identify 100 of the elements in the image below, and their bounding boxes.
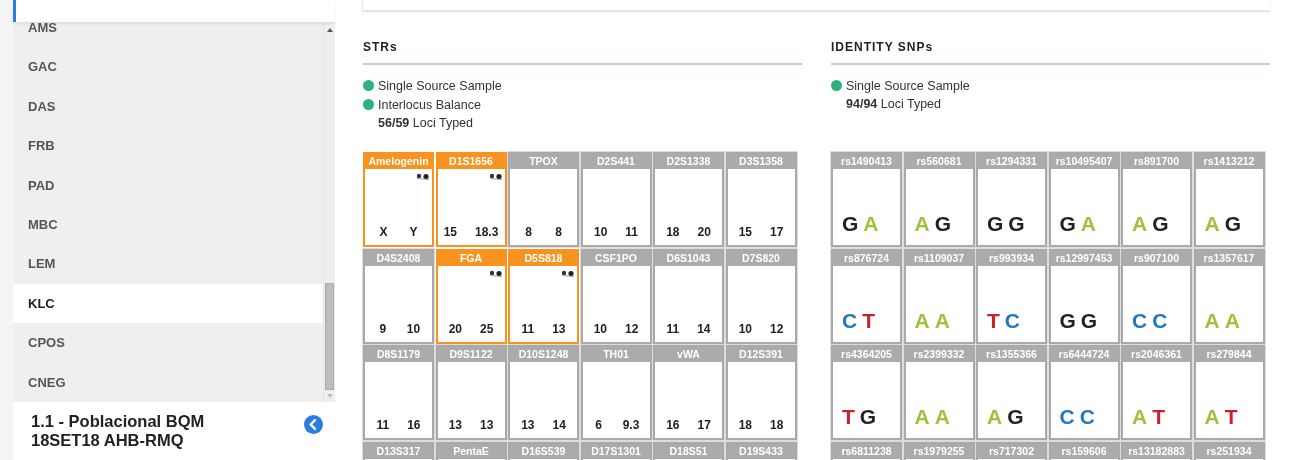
sidebar-item[interactable]: FRB (13, 126, 324, 166)
allele-value: 18 (666, 225, 680, 239)
allele-value: 15 (443, 225, 457, 239)
sidebar-item[interactable]: LEM (13, 244, 324, 284)
allele-value: 13 (552, 321, 566, 336)
locus-name: rs891700 (1123, 154, 1190, 169)
locus-card[interactable]: TPOX 8 8 (508, 152, 579, 247)
allele-value: 16 (407, 418, 421, 432)
allele-base: G (1008, 212, 1025, 236)
allele-base: C (842, 308, 858, 333)
locus-card[interactable]: D4S2408 9 10 (363, 248, 434, 344)
locus-card[interactable]: TH01 6 9.3 (580, 345, 652, 440)
locus-card[interactable]: rs10495407 G A (1048, 152, 1120, 247)
allele-base: T (862, 308, 875, 333)
allele-value: 11 (625, 225, 638, 239)
sidebar-item[interactable]: AMS (13, 22, 324, 48)
locus-name: rs1490413 (833, 154, 900, 169)
locus-card[interactable]: FGA 20 25 (435, 248, 507, 344)
locus-name: D2S441 (582, 154, 650, 169)
locus-card[interactable]: rs12997453 G G (1048, 248, 1120, 344)
locus-name: D8S1179 (365, 347, 432, 362)
locus-card[interactable]: D3S1358 15 17 (725, 152, 797, 247)
locus-name: rs1294331 (978, 154, 1045, 169)
check-label: Single Source Sample (378, 78, 502, 93)
locus-name: D1S1656 (437, 154, 505, 169)
allele-base: G (1152, 212, 1169, 236)
locus-card[interactable]: rs891700 A G (1121, 152, 1192, 247)
locus-name: D4S2408 (365, 250, 432, 266)
locus-name: rs1357617 (1195, 250, 1263, 266)
locus-card[interactable]: D12S391 18 18 (725, 345, 797, 440)
allele-value: 18 (770, 418, 784, 432)
locus-card[interactable]: D1S1656 15 18.3 (435, 152, 507, 247)
locus-card[interactable]: D10S1248 13 14 (508, 345, 579, 440)
locus-card[interactable]: rs560681 A G (903, 152, 975, 247)
allele-base: T (1152, 405, 1165, 429)
locus-name: rs907100 (1123, 250, 1190, 266)
allele-base: G (1059, 212, 1076, 236)
locus-card[interactable]: rs907100 C C (1121, 248, 1192, 344)
allele-value: Y (408, 225, 419, 239)
locus-card[interactable]: D9S1122 13 13 (435, 345, 507, 440)
locus-card[interactable]: rs279844 A T (1193, 345, 1265, 440)
sidebar-item[interactable]: GAC (13, 47, 324, 87)
locus-card[interactable]: rs1294331 G G (976, 152, 1047, 247)
sidebar-item[interactable]: CPOS (13, 323, 324, 363)
locus-name: rs876724 (833, 250, 900, 266)
locus-name: D12S391 (727, 347, 795, 362)
locus-name: rs4364205 (833, 347, 900, 362)
allele-value: 20 (697, 225, 711, 239)
allele-value: 15 (738, 225, 752, 239)
locus-card[interactable]: D7S820 10 12 (725, 248, 797, 344)
allele-value: 8 (524, 225, 533, 239)
locus-card[interactable]: rs4364205 T G (831, 345, 902, 440)
scroll-down-icon[interactable] (326, 394, 333, 398)
check-label: Interlocus Balance (378, 97, 481, 112)
sidebar-item[interactable]: DAS (13, 86, 324, 127)
allele-value: 14 (697, 321, 711, 336)
locus-card[interactable]: rs993934 T C (976, 248, 1047, 344)
allele-value: 13 (521, 418, 535, 432)
locus-card[interactable]: D2S441 10 11 (580, 152, 652, 247)
allele-base: C (1079, 405, 1095, 429)
back-icon[interactable] (304, 415, 323, 434)
locus-card[interactable]: rs1355366 A G (976, 345, 1047, 440)
locus-name: D10S1248 (510, 347, 577, 362)
allele-base: A (1224, 308, 1240, 333)
locus-card[interactable]: rs1490413 G A (831, 152, 902, 247)
locus-card[interactable]: CSF1PO 10 12 (580, 248, 652, 344)
locus-card[interactable]: D5S818 11 13 (508, 248, 579, 344)
locus-card[interactable]: D6S1043 11 14 (653, 248, 724, 344)
sidebar-item[interactable]: PAD (13, 165, 324, 205)
locus-card[interactable]: vWA 16 17 (653, 345, 724, 440)
scroll-up-icon[interactable] (326, 28, 333, 32)
locus-card[interactable]: rs1413212 A G (1193, 152, 1265, 247)
allele-base: A (1204, 212, 1220, 236)
allele-base: G (987, 212, 1004, 236)
allele-base: A (987, 405, 1003, 429)
allele-value: 25 (480, 321, 494, 336)
allele-base: A (1132, 405, 1148, 429)
locus-name: rs279844 (1195, 347, 1263, 362)
allele-base: C (1004, 308, 1020, 333)
locus-card[interactable]: rs876724 C T (831, 248, 902, 344)
allele-value: 9.3 (622, 418, 640, 432)
locus-name: rs2046361 (1123, 347, 1190, 362)
locus-card[interactable]: D8S1179 11 16 (363, 345, 434, 440)
scrollbar-thumb[interactable] (325, 283, 334, 390)
allele-base: A (1204, 405, 1220, 429)
allele-base: T (1224, 405, 1238, 429)
locus-name: Amelogenin (365, 154, 432, 169)
locus-name: rs560681 (905, 154, 973, 169)
locus-card[interactable]: D2S1338 18 20 (653, 152, 724, 247)
locus-card[interactable]: Amelogenin X Y (363, 152, 434, 247)
locus-name: rs993934 (978, 250, 1045, 266)
locus-name: D5S818 (510, 250, 577, 266)
locus-card[interactable]: rs6444724 C C (1048, 345, 1120, 440)
locus-card[interactable]: rs2046361 A T (1121, 345, 1192, 440)
locus-name: TPOX (510, 154, 577, 169)
locus-name: rs1413212 (1195, 154, 1263, 169)
sidebar-item[interactable]: CNEG (13, 362, 324, 402)
sidebar-item[interactable]: MBC (13, 204, 324, 245)
dots-icon (488, 269, 503, 277)
sidebar-item[interactable]: KLC (13, 283, 324, 324)
